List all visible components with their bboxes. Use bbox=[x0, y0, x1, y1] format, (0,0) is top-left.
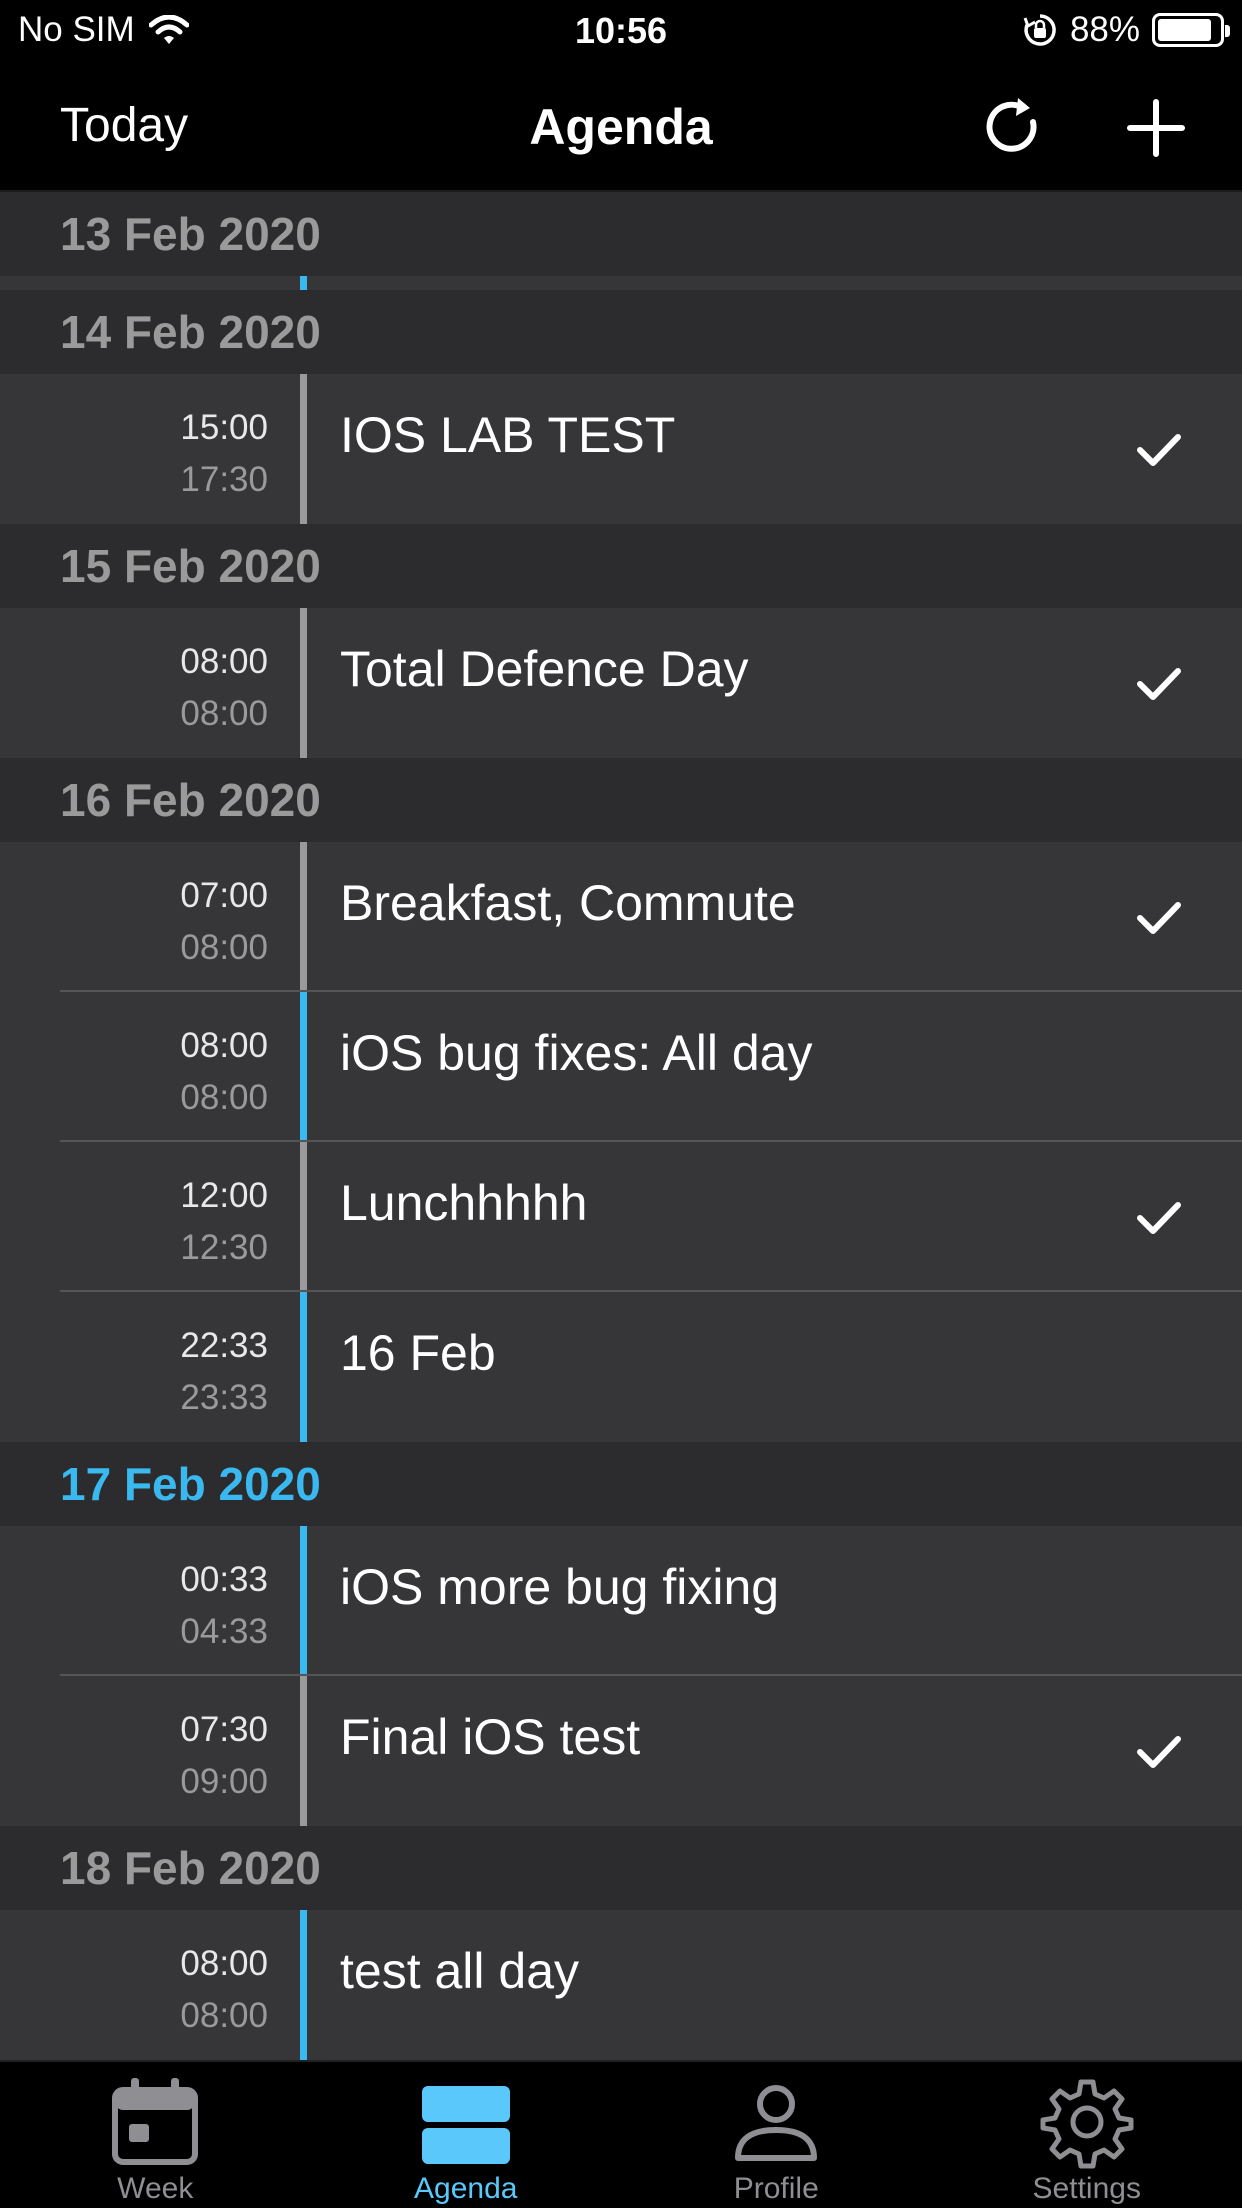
event-status-bar bbox=[300, 374, 307, 524]
battery-icon bbox=[1152, 13, 1230, 47]
event-title: IOS LAB TEST bbox=[340, 407, 676, 463]
event-row[interactable]: 22:33 23:33 16 Feb bbox=[0, 1292, 1242, 1442]
tab-agenda-label: Agenda bbox=[414, 2172, 518, 2205]
event-times: 08:00 08:00 bbox=[0, 636, 268, 740]
event-times: 07:30 09:00 bbox=[0, 1704, 268, 1808]
event-row[interactable]: 07:30 09:00 Final iOS test bbox=[0, 1676, 1242, 1826]
event-status-bar bbox=[300, 992, 307, 1142]
section-header-date: 14 Feb 2020 bbox=[0, 290, 1242, 374]
event-title: iOS bug fixes: All day bbox=[340, 1025, 813, 1081]
event-end-time: 08:00 bbox=[180, 694, 268, 733]
calendar-icon bbox=[112, 2078, 199, 2165]
timeline-bar bbox=[300, 276, 307, 290]
event-row[interactable]: 07:00 08:00 Breakfast, Commute bbox=[0, 842, 1242, 992]
checkmark-icon bbox=[1134, 430, 1184, 470]
event-end-time: 08:00 bbox=[180, 928, 268, 967]
checkmark-icon bbox=[1134, 898, 1184, 938]
event-status-bar bbox=[300, 1910, 307, 2060]
refresh-icon bbox=[986, 98, 1037, 152]
event-status-bar bbox=[300, 1142, 307, 1292]
event-status-bar bbox=[300, 842, 307, 992]
tab-settings-label: Settings bbox=[1032, 2172, 1141, 2205]
tab-agenda[interactable]: Agenda bbox=[311, 2062, 622, 2208]
gear-icon bbox=[1040, 2079, 1134, 2169]
event-end-time: 17:30 bbox=[180, 460, 268, 499]
event-start-time: 07:30 bbox=[180, 1710, 268, 1749]
event-status-bar bbox=[300, 608, 307, 758]
event-start-time: 22:33 bbox=[180, 1326, 268, 1365]
event-end-time: 08:00 bbox=[180, 1078, 268, 1117]
event-row[interactable]: 08:00 08:00 Total Defence Day bbox=[0, 608, 1242, 758]
event-start-time: 12:00 bbox=[180, 1176, 268, 1215]
battery-level bbox=[1158, 19, 1211, 41]
event-times: 08:00 08:00 bbox=[0, 1020, 268, 1124]
event-times: 15:00 17:30 bbox=[0, 402, 268, 506]
event-row[interactable]: 08:00 08:00 iOS bug fixes: All day bbox=[0, 992, 1242, 1142]
section-header-date: 13 Feb 2020 bbox=[0, 192, 1242, 276]
event-title: iOS more bug fixing bbox=[340, 1559, 780, 1615]
event-status-bar bbox=[300, 1676, 307, 1826]
event-start-time: 08:00 bbox=[180, 1026, 268, 1065]
section-header-date: 17 Feb 2020 bbox=[0, 1442, 1242, 1526]
event-title: test all day bbox=[340, 1943, 580, 1999]
event-start-time: 08:00 bbox=[180, 642, 268, 681]
refresh-button[interactable] bbox=[978, 92, 1050, 164]
event-title: Final iOS test bbox=[340, 1709, 641, 1765]
event-start-time: 00:33 bbox=[180, 1560, 268, 1599]
tab-bar: Week Agenda Profile Settings bbox=[0, 2060, 1242, 2208]
add-event-button[interactable] bbox=[1120, 92, 1192, 164]
tab-profile[interactable]: Profile bbox=[621, 2062, 932, 2208]
status-right: 88% bbox=[1022, 10, 1230, 50]
checkmark-icon bbox=[1134, 1198, 1184, 1238]
event-times: 22:33 23:33 bbox=[0, 1320, 268, 1424]
event-times: 00:33 04:33 bbox=[0, 1554, 268, 1658]
event-status-bar bbox=[300, 1292, 307, 1442]
empty-day-row bbox=[0, 276, 1242, 290]
event-end-time: 08:00 bbox=[180, 1996, 268, 2035]
event-status-bar bbox=[300, 1526, 307, 1676]
event-row[interactable]: 08:00 08:00 test all day bbox=[0, 1910, 1242, 2060]
event-title: 16 Feb bbox=[340, 1325, 496, 1381]
section-header-date: 16 Feb 2020 bbox=[0, 758, 1242, 842]
event-end-time: 09:00 bbox=[180, 1762, 268, 1801]
agenda-list[interactable]: 13 Feb 2020 14 Feb 2020 15:00 17:30 IOS LAB … bbox=[0, 192, 1242, 2060]
navigation-bar: Today Agenda bbox=[0, 62, 1242, 192]
orientation-lock-icon bbox=[1023, 14, 1056, 46]
agenda-icon bbox=[421, 2086, 510, 2164]
checkmark-icon bbox=[1134, 1732, 1184, 1772]
event-start-time: 08:00 bbox=[180, 1944, 268, 1983]
event-title: Breakfast, Commute bbox=[340, 875, 796, 931]
status-bar: No SIM 10:56 88% bbox=[0, 0, 1242, 62]
section-header-date: 18 Feb 2020 bbox=[0, 1826, 1242, 1910]
event-row[interactable]: 00:33 04:33 iOS more bug fixing bbox=[0, 1526, 1242, 1676]
checkmark-icon bbox=[1134, 664, 1184, 704]
event-title: Lunchhhhh bbox=[340, 1175, 588, 1231]
event-times: 07:00 08:00 bbox=[0, 870, 268, 974]
event-row[interactable]: 12:00 12:30 Lunchhhhh bbox=[0, 1142, 1242, 1292]
person-icon bbox=[735, 2085, 818, 2161]
event-end-time: 23:33 bbox=[180, 1378, 268, 1417]
section-header-date: 15 Feb 2020 bbox=[0, 524, 1242, 608]
plus-icon bbox=[1127, 99, 1185, 157]
battery-cap bbox=[1225, 25, 1230, 37]
event-row[interactable]: 15:00 17:30 IOS LAB TEST bbox=[0, 374, 1242, 524]
event-times: 12:00 12:30 bbox=[0, 1170, 268, 1274]
event-end-time: 12:30 bbox=[180, 1228, 268, 1267]
event-times: 08:00 08:00 bbox=[0, 1938, 268, 2042]
event-start-time: 15:00 bbox=[180, 408, 268, 447]
tab-settings[interactable]: Settings bbox=[932, 2062, 1242, 2208]
battery-percent: 88% bbox=[1069, 10, 1140, 49]
event-start-time: 07:00 bbox=[180, 876, 268, 915]
tab-week[interactable]: Week bbox=[0, 2062, 311, 2208]
event-title: Total Defence Day bbox=[340, 641, 749, 697]
today-button[interactable]: Today bbox=[60, 98, 188, 153]
tab-week-label: Week bbox=[117, 2172, 194, 2205]
tab-profile-label: Profile bbox=[733, 2172, 819, 2205]
event-end-time: 04:33 bbox=[180, 1612, 268, 1651]
